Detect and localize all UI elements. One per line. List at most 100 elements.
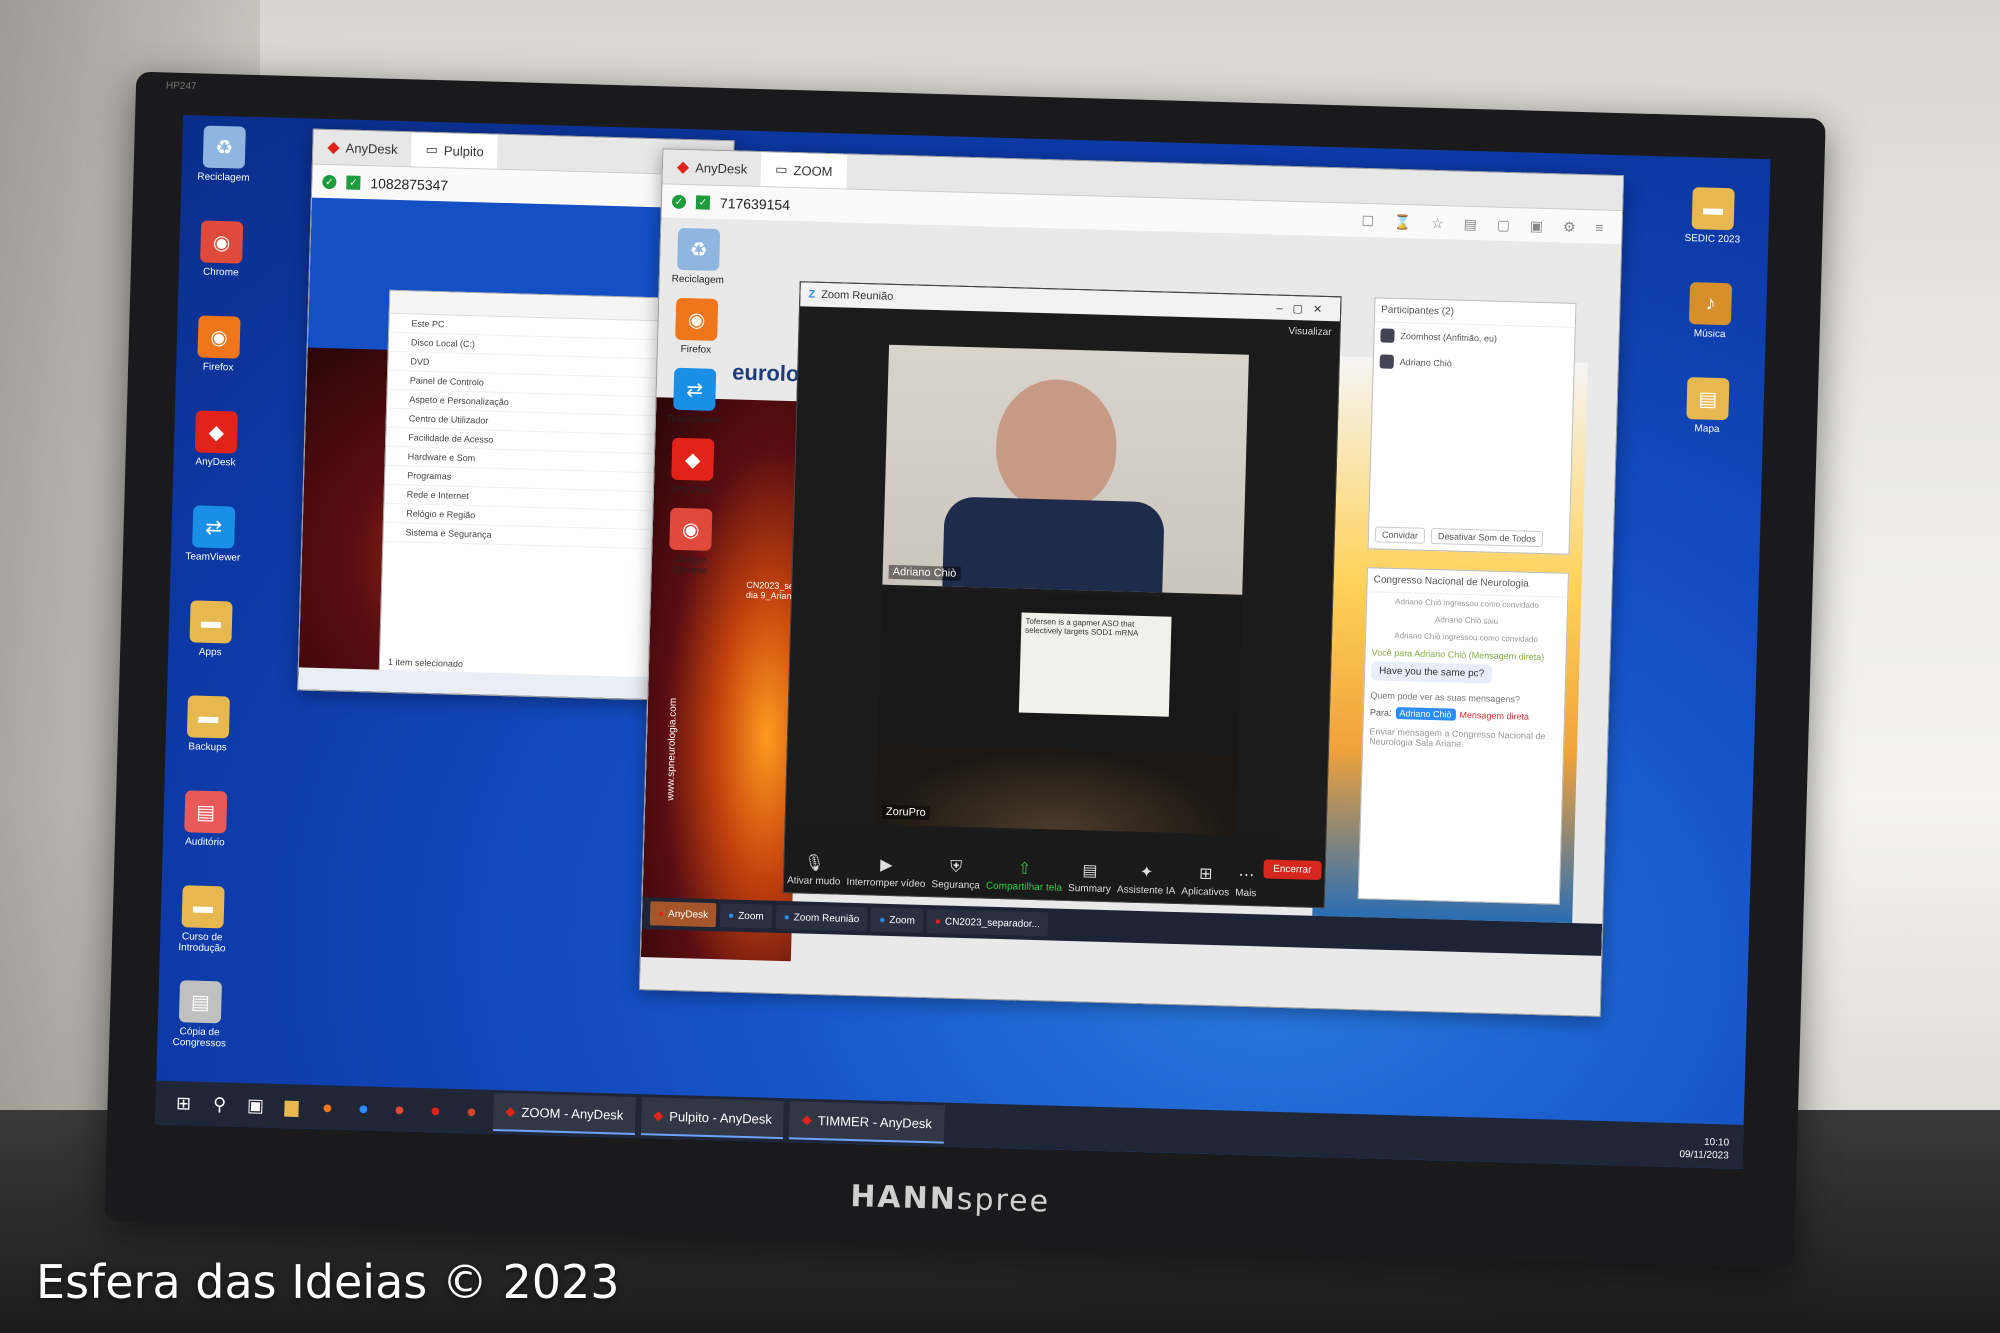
system-tray[interactable]: 10:10 09/11/2023 (1679, 1135, 1729, 1162)
participants-button[interactable]: Convidar (1374, 526, 1426, 544)
chat-input[interactable]: Enviar mensagem a Congresso Nacional de … (1363, 722, 1564, 756)
window-controls[interactable]: –▢✕ (1276, 301, 1332, 316)
zoom-control-shield[interactable]: ⛨ Segurança (931, 858, 980, 892)
remote-taskbar-item[interactable]: ● Zoom (870, 907, 924, 933)
tab-zoom[interactable]: ▭ ZOOM (760, 152, 847, 189)
desktop-icon-label: Google Chrome (671, 553, 708, 577)
teamviewer-icon: ⇄ (673, 367, 717, 411)
desktop-icon[interactable]: ▬ SEDIC 2023 (1680, 187, 1746, 246)
desktop-icon[interactable]: ♻ Reciclagem (666, 227, 732, 287)
chat-panel[interactable]: Congresso Nacional de Neurologia Adriano… (1357, 567, 1569, 905)
desktop-icon[interactable]: ▬ Backups (175, 695, 241, 754)
monitor-tab-icon: ▭ (425, 141, 439, 158)
speaker-suit (942, 496, 1165, 595)
chrome-icon[interactable]: ● (385, 1095, 414, 1124)
zoom-icon[interactable]: ● (349, 1094, 378, 1123)
search-icon[interactable]: ⚲ (205, 1090, 234, 1119)
desktop-icon[interactable]: ▤ Mapa (1675, 377, 1741, 436)
windows-start-icon[interactable]: ⊞ (169, 1089, 198, 1118)
zoom-control-label: Interromper vídeo (846, 876, 926, 890)
desktop-icon[interactable]: ◆ AnyDesk (660, 437, 726, 496)
firefox-icon[interactable]: ● (313, 1093, 342, 1122)
anydesk-icon: ◆ (505, 1103, 516, 1119)
zoom-control-share-screen[interactable]: ⇧ Compartilhar tela (986, 858, 1063, 894)
recycle-bin-icon: ♻ (202, 125, 246, 169)
remote-taskbar-label: Zoom (889, 914, 916, 927)
music-icon: ♪ (1688, 282, 1733, 326)
anydesk-zoom-app-tab[interactable]: ◆ AnyDesk (662, 149, 761, 186)
remote-taskbar-label: AnyDesk (667, 908, 709, 921)
zoom-remote-screen[interactable]: www.spneurologia.com eurolo CN2023_separ… (639, 217, 1622, 1016)
tab-pulpito[interactable]: ▭ Pulpito (411, 132, 499, 169)
file-explorer-window[interactable]: Este PC Disco Local (C:) DVD Painel de Cont… (378, 289, 662, 680)
acrobat-icon[interactable]: ● (421, 1096, 450, 1125)
anydesk-toolbar-icons[interactable]: ☐ ⌛ ☆ ▤ ▢ ▣ ⚙ ≡ (1361, 212, 1612, 236)
desktop-icon[interactable]: ▤ Cópia de Congressos (167, 980, 233, 1050)
participant-row[interactable]: Adriano Chiò (1373, 348, 1574, 380)
zoom-control-microphone[interactable]: 🎙 Ativar mudo (787, 852, 841, 888)
participant-name: Zoomhost (Anfitrião, eu) (1400, 331, 1498, 344)
room-video: Tofersen is a gapmer ASO that selectivel… (875, 588, 1243, 835)
powerpoint-icon[interactable]: ● (457, 1097, 486, 1126)
remote-taskbar-item[interactable]: ● Zoom Reunião (775, 904, 868, 932)
desktop-icon[interactable]: ⇄ TeamViewer (662, 367, 728, 426)
desktop-icon[interactable]: ◉ Chrome (189, 220, 255, 279)
participants-panel[interactable]: Participantes (2) Zoomhost (Anfitrião, e… (1367, 297, 1577, 555)
desktop-icon[interactable]: ▬ Curso de Introdução (170, 885, 236, 955)
zoom-meeting-window[interactable]: Z Zoom Reunião –▢✕ Visualizar Adriano Ch… (782, 281, 1342, 909)
desktop-icon-label: Firefox (680, 343, 712, 356)
task-view-icon[interactable]: ▣ (241, 1091, 270, 1120)
remote-taskbar-item[interactable]: ● AnyDesk (649, 901, 717, 928)
monitor-model-label: HP247 (165, 80, 197, 93)
chat-message: Have you the same pc? (1370, 661, 1493, 684)
chat-to-label: Para: (1369, 707, 1392, 718)
remote-taskbar-item[interactable]: ● Zoom (719, 903, 773, 929)
desktop-icon-label: Firefox (202, 361, 234, 374)
audience (875, 744, 1238, 835)
desktop-icon[interactable]: ▬ Apps (178, 600, 244, 659)
file-explorer-icon[interactable]: ▆ (277, 1092, 306, 1121)
anydesk-zoom-window[interactable]: ◆ AnyDesk ▭ ZOOM ✓ ✓ 717639154 ☐ ⌛ ☆ ▤ ▢… (638, 148, 1625, 1017)
ai-assistant-icon: ✦ (1139, 863, 1154, 882)
desktop-icon-label: Curso de Introdução (178, 931, 226, 955)
remote-taskbar-item[interactable]: ● CN2023_separador... (926, 909, 1049, 937)
desktop-icon[interactable]: ◉ Firefox (186, 315, 252, 374)
taskbar-app-label: ZOOM - AnyDesk (521, 1104, 624, 1123)
avatar (1379, 354, 1394, 369)
desktop-icon[interactable]: ▤ Auditório (173, 790, 239, 849)
zoom-title-text: Zoom Reunião (820, 288, 894, 303)
zoom-control-summary[interactable]: ▤ Summary (1068, 860, 1112, 895)
desktop-icon-label: TeamViewer (185, 551, 241, 564)
desktop-icon[interactable]: ◉ Google Chrome (658, 507, 724, 577)
anydesk-zoom-address[interactable]: 717639154 (720, 195, 790, 213)
anydesk-icon: ◆ (801, 1111, 813, 1127)
end-meeting-button[interactable]: Encerrar (1262, 858, 1322, 880)
video-icon: ▶ (880, 856, 893, 875)
desktop-icon[interactable]: ◆ AnyDesk (183, 410, 249, 469)
presentation-slide: Tofersen is a gapmer ASO that selectivel… (1018, 612, 1172, 717)
desktop-icon[interactable]: ◉ Firefox (664, 297, 730, 356)
taskbar-app-button[interactable]: ◆ Pulpito - AnyDesk (640, 1097, 785, 1140)
taskbar-app-button[interactable]: ◆ TIMMER - AnyDesk (789, 1101, 945, 1144)
desktop-icon-label: SEDIC 2023 (1684, 232, 1741, 246)
desktop-icon[interactable]: ⇄ TeamViewer (181, 505, 247, 564)
zoom-control-ai-assistant[interactable]: ✦ Assistente IA (1117, 861, 1176, 897)
remote-poster-logo-text: eurolo (731, 359, 800, 387)
desktop-icon[interactable]: ♻ Reciclagem (191, 125, 257, 184)
chat-recipient[interactable]: Adriano Chiò (1395, 707, 1456, 721)
anydesk-pulpito-address[interactable]: 1082875347 (370, 175, 448, 193)
participants-button[interactable]: Desativar Som de Todos (1430, 527, 1544, 548)
anydesk-app-tab[interactable]: ◆ AnyDesk (313, 130, 412, 167)
tab-zoom-label: ZOOM (793, 162, 833, 179)
zoom-control-apps[interactable]: ⊞ Aplicativos (1181, 863, 1230, 899)
desktop-icon-label: Backups (188, 741, 227, 754)
anydesk-icon: ◆ (671, 437, 715, 481)
view-button[interactable]: Visualizar (1288, 326, 1331, 338)
zoom-control-video[interactable]: ▶ Interromper vídeo (846, 854, 926, 890)
taskbar-app-button[interactable]: ◆ ZOOM - AnyDesk (492, 1093, 636, 1135)
desktop-icon-label: Música (1693, 328, 1726, 341)
zoom-control-more[interactable]: ⋯ Mais (1235, 865, 1257, 900)
desktop-icon[interactable]: ♪ Música (1678, 282, 1744, 341)
app-icon: ● (934, 915, 942, 927)
chrome-icon: ◉ (669, 507, 713, 551)
